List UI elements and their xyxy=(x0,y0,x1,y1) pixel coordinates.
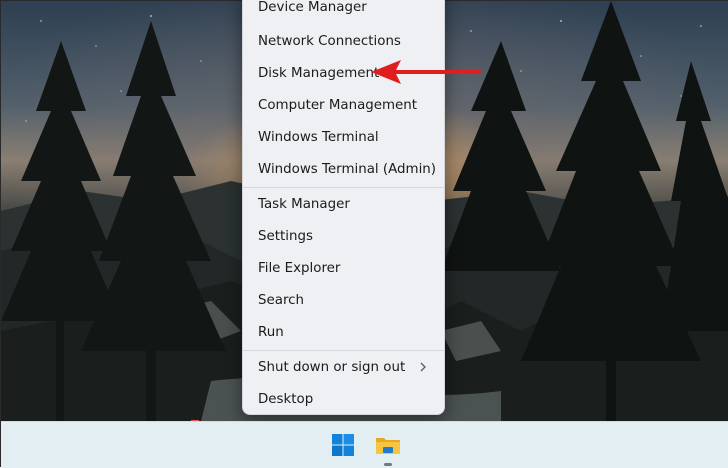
menu-item-label: Desktop xyxy=(258,391,314,407)
menu-item-label: Windows Terminal xyxy=(258,129,379,145)
menu-item-label: Network Connections xyxy=(258,33,401,49)
menu-item-label: Run xyxy=(258,324,284,340)
menu-item-label: Shut down or sign out xyxy=(258,359,406,375)
menu-item-run[interactable]: Run xyxy=(243,317,444,347)
menu-separator xyxy=(243,350,444,351)
file-explorer-icon[interactable] xyxy=(373,430,403,460)
menu-item-windows-terminal[interactable]: Windows Terminal xyxy=(243,122,444,152)
windows-start-icon[interactable] xyxy=(328,430,358,460)
menu-item-label: Device Manager xyxy=(258,0,367,15)
folder-icon xyxy=(376,438,400,454)
menu-item-label: Settings xyxy=(258,228,313,244)
menu-item-task-manager[interactable]: Task Manager xyxy=(243,189,444,219)
menu-item-settings[interactable]: Settings xyxy=(243,221,444,251)
menu-item-windows-terminal-admin[interactable]: Windows Terminal (Admin) xyxy=(243,154,444,184)
taskbar xyxy=(1,421,728,468)
menu-item-device-manager[interactable]: Device Manager xyxy=(243,0,444,22)
menu-item-network-connections[interactable]: Network Connections xyxy=(243,26,444,56)
menu-item-computer-management[interactable]: Computer Management xyxy=(243,90,444,120)
menu-item-label: File Explorer xyxy=(258,260,341,276)
chevron-right-icon xyxy=(420,362,426,372)
menu-separator xyxy=(243,187,444,188)
windows-logo-icon xyxy=(332,434,354,456)
menu-item-file-explorer[interactable]: File Explorer xyxy=(243,253,444,283)
running-indicator xyxy=(384,463,392,466)
menu-item-shut-down-or-sign-out[interactable]: Shut down or sign out xyxy=(243,352,444,382)
menu-item-label: Disk Management xyxy=(258,65,380,81)
menu-item-label: Computer Management xyxy=(258,97,418,113)
menu-item-label: Task Manager xyxy=(258,196,350,212)
menu-item-desktop[interactable]: Desktop xyxy=(243,384,444,414)
menu-item-search[interactable]: Search xyxy=(243,285,444,315)
menu-item-label: Search xyxy=(258,292,305,308)
menu-item-label: Windows Terminal (Admin) xyxy=(258,161,436,177)
red-arrow-annotation xyxy=(371,60,481,84)
